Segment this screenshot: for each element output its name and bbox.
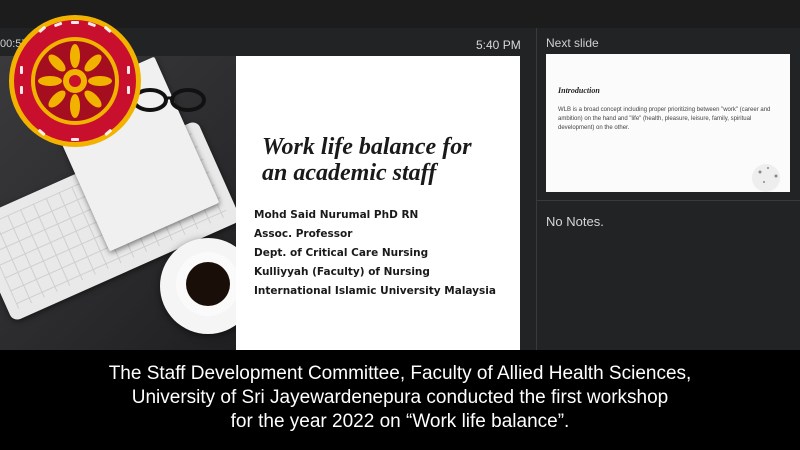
caption-line: The Staff Development Committee, Faculty… xyxy=(108,363,692,384)
presenter-university: International Islamic University Malaysi… xyxy=(254,285,496,297)
slide-presenter-details: Mohd Said Nurumal PhD RN Assoc. Professo… xyxy=(254,206,516,301)
caption-text: The Staff Development Committee, Faculty… xyxy=(20,362,780,434)
caption-line: for the year 2022 on “Work life balance”… xyxy=(230,411,570,432)
caption-line: University of Sri Jayewardenepura conduc… xyxy=(131,387,669,408)
notes-divider xyxy=(536,200,800,201)
glasses-icon xyxy=(132,88,206,112)
decoration-icon xyxy=(752,164,780,192)
caption-bar: The Staff Development Committee, Faculty… xyxy=(0,350,800,450)
current-time: 5:40 PM xyxy=(476,38,521,52)
slide-text-panel: Work life balance for an academic staff … xyxy=(236,56,520,350)
presenter-faculty: Kulliyyah (Faculty) of Nursing xyxy=(254,266,430,278)
presenter-department: Dept. of Critical Care Nursing xyxy=(254,247,429,259)
presenter-name: Mohd Said Nurumal PhD RN xyxy=(254,209,419,221)
presenter-position: Assoc. Professor xyxy=(254,228,353,240)
next-slide-label: Next slide xyxy=(546,36,599,50)
speaker-notes: No Notes. xyxy=(546,214,604,229)
coffee-image xyxy=(186,262,230,306)
slide-title: Work life balance for an academic staff xyxy=(262,134,512,186)
slide-title-line: Work life balance for xyxy=(262,134,472,160)
university-logo-icon xyxy=(9,15,141,147)
panel-divider xyxy=(536,28,537,350)
slide-title-line: an academic staff xyxy=(262,160,437,186)
next-slide-body: WLB is a broad concept including proper … xyxy=(558,107,771,131)
next-slide-title: Introduction xyxy=(558,86,600,95)
next-slide-preview[interactable]: Introduction WLB is a broad concept incl… xyxy=(546,54,790,192)
